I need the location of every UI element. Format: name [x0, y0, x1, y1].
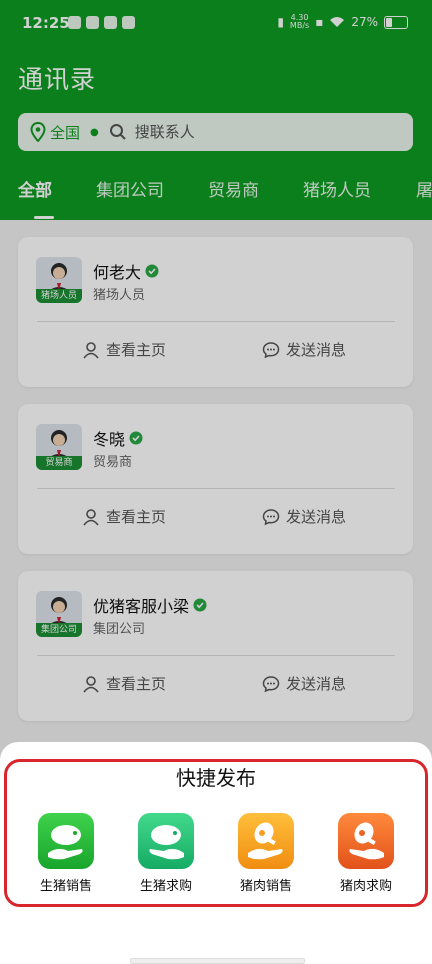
pork-buy-icon [338, 813, 394, 869]
pig-buy-icon [138, 813, 194, 869]
home-indicator[interactable] [130, 958, 305, 964]
publish-pig-buy[interactable]: 生猪求购 [134, 813, 198, 894]
publish-label: 猪肉销售 [239, 879, 292, 894]
pig-sell-icon [38, 813, 94, 869]
publish-label: 猪肉求购 [339, 879, 392, 894]
publish-label: 生猪求购 [139, 879, 192, 894]
pork-sell-icon [238, 813, 294, 869]
publish-label: 生猪销售 [39, 879, 92, 894]
publish-pork-buy[interactable]: 猪肉求购 [334, 813, 398, 894]
publish-pig-sell[interactable]: 生猪销售 [34, 813, 98, 894]
publish-pork-sell[interactable]: 猪肉销售 [234, 813, 298, 894]
